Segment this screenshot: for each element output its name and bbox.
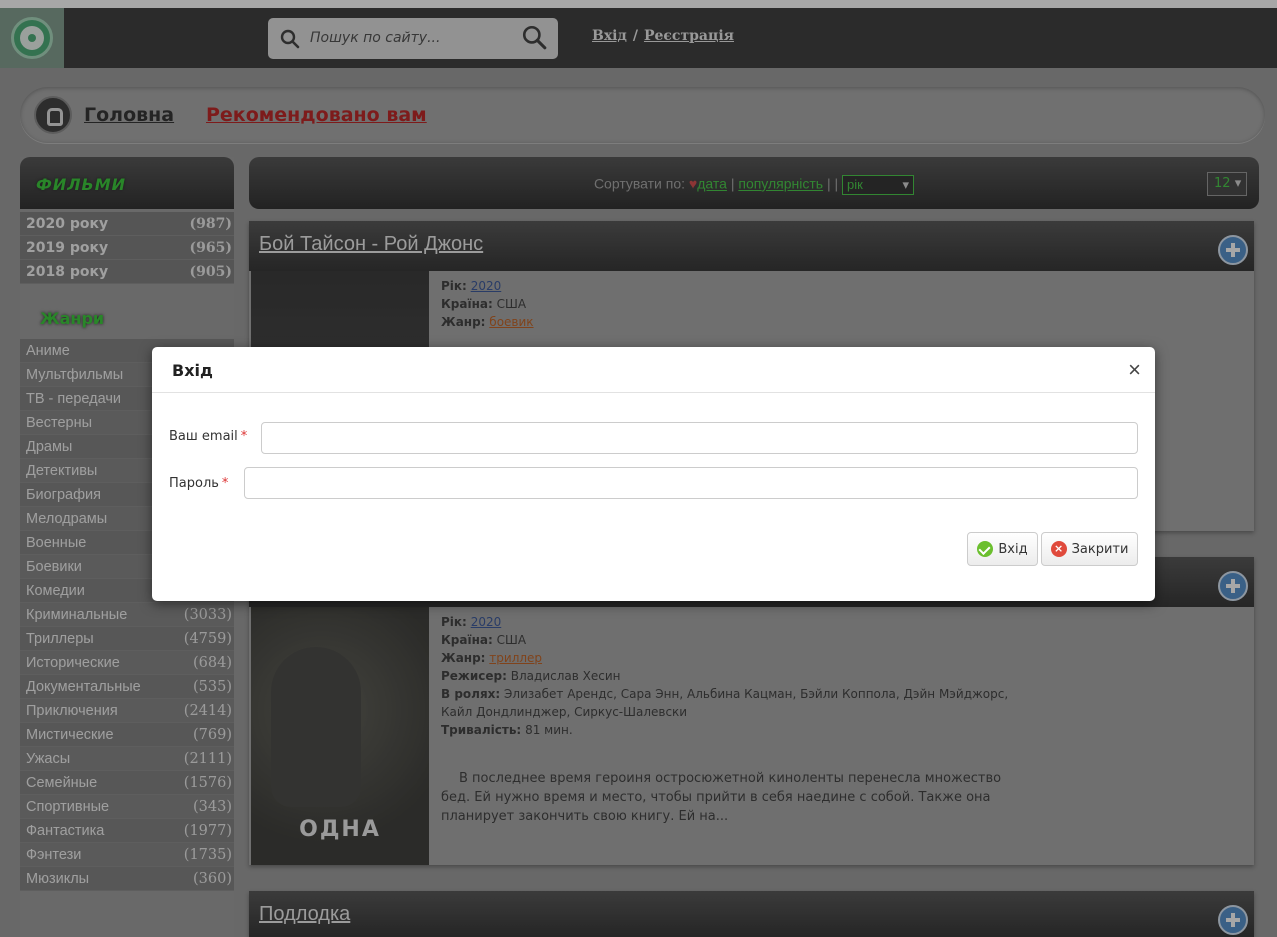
check-icon [977, 541, 994, 557]
required-mark: * [221, 476, 229, 491]
close-icon: × [1050, 541, 1067, 557]
required-mark: * [240, 429, 248, 444]
email-label: Ваш email * [169, 429, 247, 444]
close-icon[interactable]: × [1128, 357, 1141, 383]
password-label-text: Пароль [169, 476, 219, 491]
password-label: Пароль * [169, 476, 228, 491]
email-field[interactable] [261, 422, 1138, 454]
close-modal-label: Закрити [1071, 541, 1129, 557]
login-submit-button[interactable]: Вхід [967, 532, 1038, 566]
login-modal: Вхід × Ваш email * Пароль * Вхід × Закрити [152, 347, 1155, 601]
modal-divider [152, 392, 1155, 393]
password-field[interactable] [244, 467, 1138, 499]
modal-title: Вхід [172, 361, 213, 380]
close-modal-button[interactable]: × Закрити [1041, 532, 1138, 566]
email-label-text: Ваш email [169, 429, 238, 444]
login-submit-label: Вхід [998, 541, 1028, 557]
